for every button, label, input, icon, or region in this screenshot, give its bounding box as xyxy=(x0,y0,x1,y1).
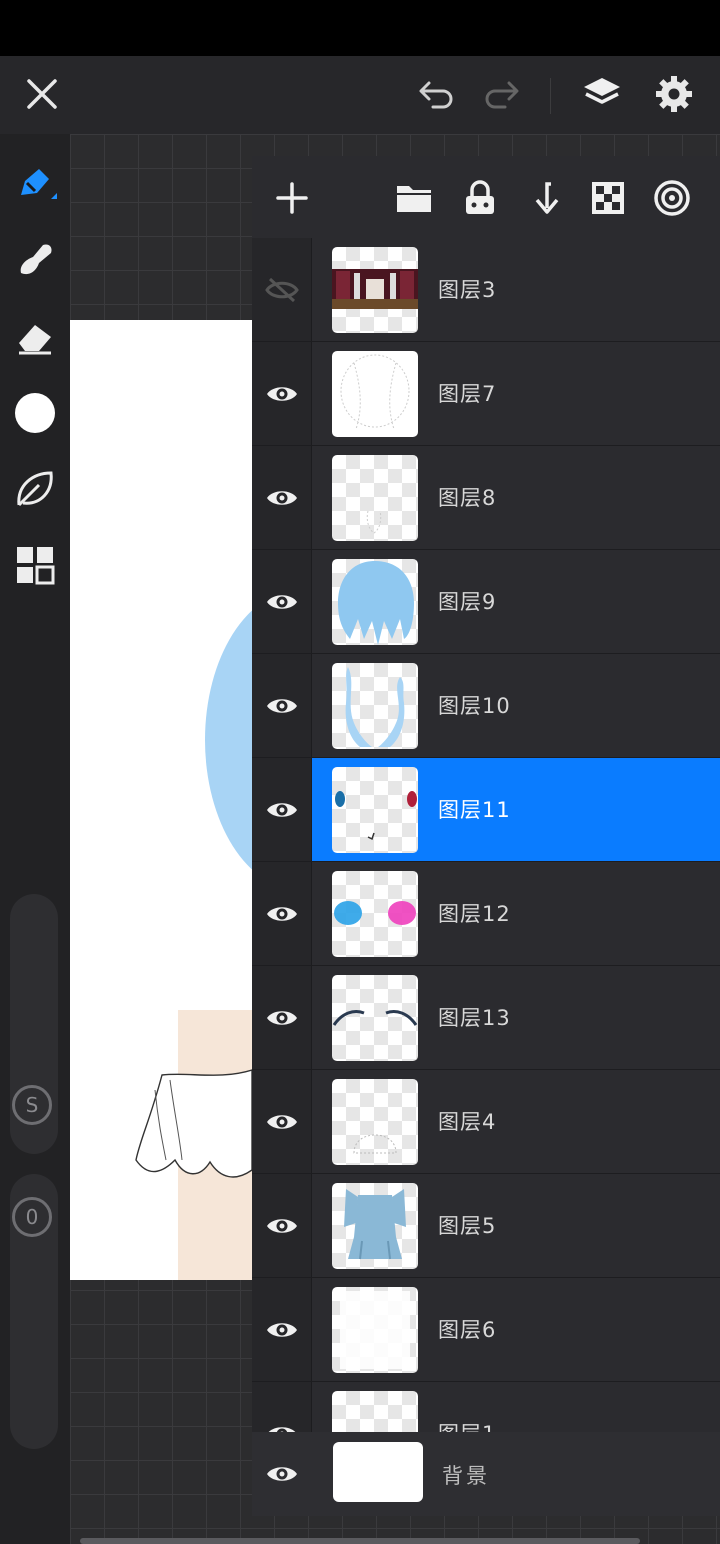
layers-icon[interactable] xyxy=(578,70,626,118)
top-toolbar xyxy=(0,56,720,134)
gear-icon[interactable] xyxy=(650,70,698,118)
leaf-icon[interactable] xyxy=(10,464,60,514)
layer-row-body[interactable]: 图层13 xyxy=(312,966,720,1069)
layer-row[interactable]: 图层4 xyxy=(252,1070,720,1174)
layer-list[interactable]: 图层3 图层7 图层8 图层9 图层10 图层11 图层12 图层13 图层4 … xyxy=(252,238,720,1432)
layer-name: 图层7 xyxy=(438,382,497,406)
layer-thumbnail xyxy=(332,351,418,437)
layer-thumbnail xyxy=(332,871,418,957)
folder-icon[interactable] xyxy=(392,176,436,220)
eye-icon[interactable] xyxy=(252,1070,312,1173)
layer-name: 图层13 xyxy=(438,1006,511,1030)
background-layer-row[interactable]: 背景 xyxy=(252,1432,720,1516)
layers-panel: 图层3 图层7 图层8 图层9 图层10 图层11 图层12 图层13 图层4 … xyxy=(252,156,720,1516)
blend-icon[interactable] xyxy=(650,176,694,220)
layer-row[interactable]: 图层13 xyxy=(252,966,720,1070)
eye-icon[interactable] xyxy=(252,550,312,653)
layer-name: 图层1 xyxy=(438,1418,496,1432)
eye-icon[interactable] xyxy=(252,1278,312,1381)
layer-row-body[interactable]: 图层1 xyxy=(312,1382,720,1432)
eye-icon[interactable] xyxy=(252,342,312,445)
layer-name: 图层3 xyxy=(438,278,497,302)
canvas-drawing[interactable] xyxy=(70,320,252,1280)
layer-row[interactable]: 图层9 xyxy=(252,550,720,654)
layer-row-body[interactable]: 图层5 xyxy=(312,1174,720,1277)
layer-name: 图层10 xyxy=(438,694,511,718)
layer-thumbnail xyxy=(332,663,418,749)
layer-row-body[interactable]: 图层12 xyxy=(312,862,720,965)
layer-row-body[interactable]: 图层10 xyxy=(312,654,720,757)
size-label: S xyxy=(25,1093,39,1117)
grid-icon[interactable] xyxy=(10,540,60,590)
layer-row[interactable]: 图层3 xyxy=(252,238,720,342)
status-bar xyxy=(0,0,720,56)
layer-row-body[interactable]: 图层11 xyxy=(312,758,720,861)
lock-icon[interactable] xyxy=(458,176,502,220)
layer-thumbnail xyxy=(332,975,418,1061)
redo-icon[interactable] xyxy=(478,72,524,116)
layer-name: 图层11 xyxy=(438,798,511,822)
close-icon[interactable] xyxy=(20,72,64,116)
layers-panel-header xyxy=(252,156,720,238)
layer-thumbnail xyxy=(332,1183,418,1269)
eye-icon[interactable] xyxy=(252,966,312,1069)
layer-thumbnail xyxy=(332,767,418,853)
checker-icon[interactable] xyxy=(586,176,630,220)
eye-icon[interactable] xyxy=(252,654,312,757)
layer-row-body[interactable]: 图层8 xyxy=(312,446,720,549)
layer-row-body[interactable]: 图层6 xyxy=(312,1278,720,1381)
layer-thumbnail xyxy=(332,1391,418,1432)
layer-row-body[interactable]: 图层4 xyxy=(312,1070,720,1173)
eye-icon[interactable] xyxy=(252,1174,312,1277)
eye-hidden-icon[interactable] xyxy=(252,238,312,341)
layer-row-body[interactable]: 图层7 xyxy=(312,342,720,445)
layer-row-active[interactable]: 图层11 xyxy=(252,758,720,862)
layer-name: 图层12 xyxy=(438,902,511,926)
layer-name: 图层6 xyxy=(438,1318,497,1342)
background-thumbnail xyxy=(333,1442,423,1502)
layer-row[interactable]: 图层6 xyxy=(252,1278,720,1382)
eye-icon[interactable] xyxy=(252,862,312,965)
layer-name: 图层9 xyxy=(438,590,497,614)
horizontal-scrollbar[interactable] xyxy=(80,1538,640,1544)
pen-icon[interactable] xyxy=(10,158,60,208)
layer-thumbnail xyxy=(332,247,418,333)
layer-row[interactable]: 图层12 xyxy=(252,862,720,966)
size-indicator[interactable]: S xyxy=(12,1085,52,1125)
toolbar-divider xyxy=(550,78,551,114)
layer-thumbnail xyxy=(332,559,418,645)
eye-icon[interactable] xyxy=(252,446,312,549)
smudge-icon[interactable] xyxy=(10,234,60,284)
undo-icon[interactable] xyxy=(414,72,460,116)
layer-row[interactable]: 图层10 xyxy=(252,654,720,758)
left-toolbar: S 0 xyxy=(0,134,70,1544)
eye-icon[interactable] xyxy=(265,1462,299,1490)
eraser-icon[interactable] xyxy=(10,312,60,362)
layer-row[interactable]: 图层7 xyxy=(252,342,720,446)
layer-name: 图层4 xyxy=(438,1110,497,1134)
eye-icon[interactable] xyxy=(252,758,312,861)
opacity-label: 0 xyxy=(25,1205,39,1229)
layer-thumbnail xyxy=(332,455,418,541)
merge-down-icon[interactable] xyxy=(522,176,566,220)
layer-row-body[interactable]: 图层3 xyxy=(312,238,720,341)
layer-name: 图层5 xyxy=(438,1214,497,1238)
layer-thumbnail xyxy=(332,1079,418,1165)
background-layer-name: 背景 xyxy=(442,1464,490,1488)
layer-row[interactable]: 图层1 xyxy=(252,1382,720,1432)
eye-icon[interactable] xyxy=(252,1382,312,1432)
plus-icon[interactable] xyxy=(270,176,314,220)
layer-thumbnail xyxy=(332,1287,418,1373)
layer-name: 图层8 xyxy=(438,486,497,510)
opacity-indicator[interactable]: 0 xyxy=(12,1197,52,1237)
layer-row-body[interactable]: 图层9 xyxy=(312,550,720,653)
color-dot-icon[interactable] xyxy=(10,388,60,438)
layer-row[interactable]: 图层8 xyxy=(252,446,720,550)
layer-row[interactable]: 图层5 xyxy=(252,1174,720,1278)
